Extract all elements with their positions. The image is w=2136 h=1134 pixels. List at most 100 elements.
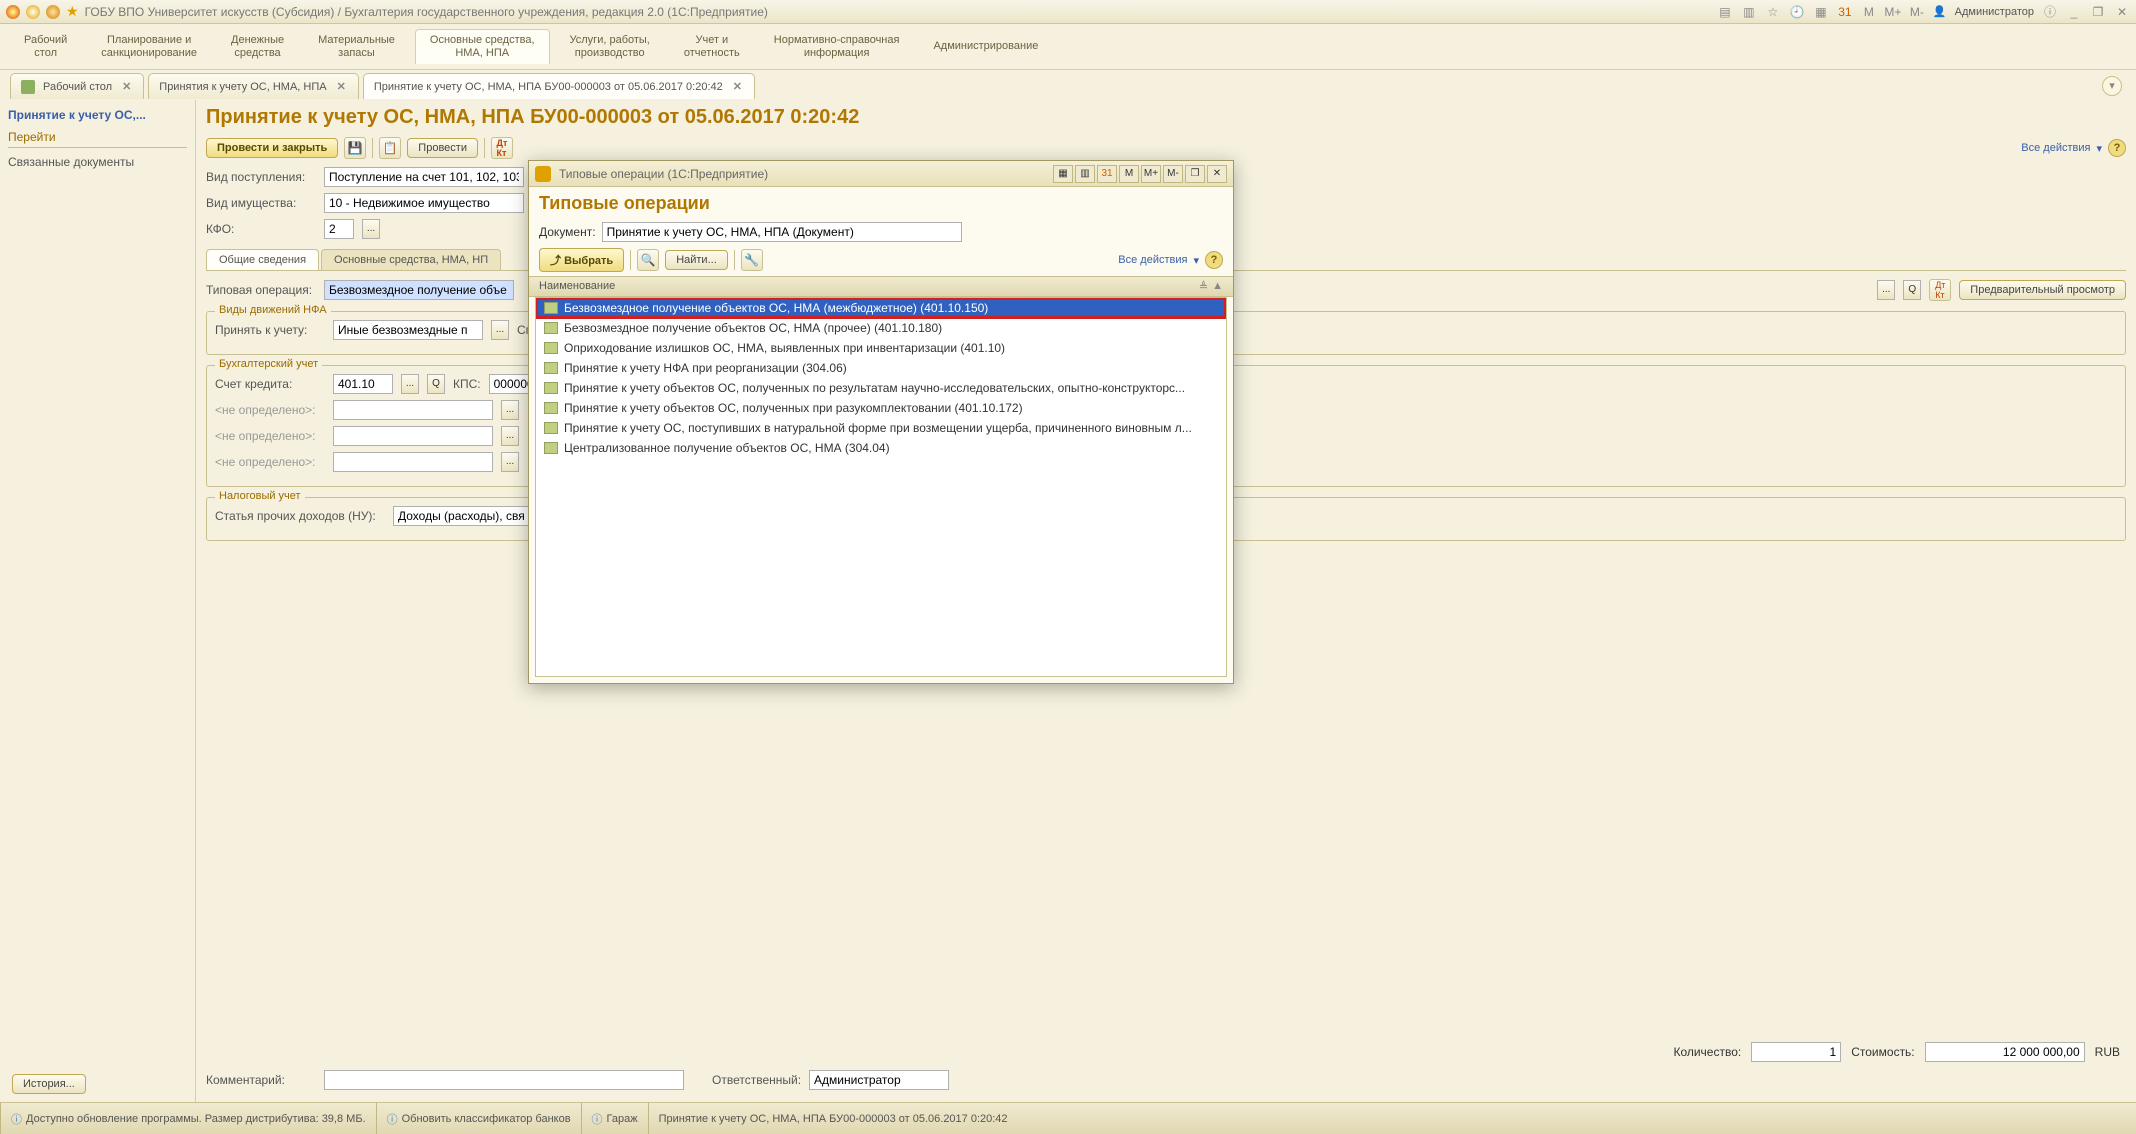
- otvet-input[interactable]: [809, 1070, 949, 1090]
- dtkt-icon-2[interactable]: ДтКт: [1929, 279, 1951, 301]
- mminus-icon[interactable]: M-: [1909, 4, 1925, 20]
- schet-input[interactable]: [333, 374, 393, 394]
- kfo-input[interactable]: [324, 219, 354, 239]
- menu-reference[interactable]: Нормативно-справочная информация: [760, 30, 914, 64]
- all-actions-link[interactable]: Все действия: [2021, 142, 2090, 154]
- menu-admin[interactable]: Администрирование: [919, 36, 1052, 57]
- wrench-icon[interactable]: 🔧: [741, 249, 763, 271]
- info-icon[interactable]: ⓘ: [2042, 4, 2058, 20]
- m-icon[interactable]: M: [1861, 4, 1877, 20]
- undef-select-2[interactable]: ...: [501, 426, 519, 446]
- tb-icon-3[interactable]: ☆: [1765, 4, 1781, 20]
- vid-imush-input[interactable]: [324, 193, 524, 213]
- modal-mplus-button[interactable]: M+: [1141, 165, 1161, 183]
- prin-input[interactable]: [333, 320, 483, 340]
- status-seg-banks[interactable]: ⓘ Обновить классификатор банков: [376, 1103, 581, 1134]
- list-row[interactable]: Централизованное получение объектов ОС, …: [536, 438, 1226, 458]
- undef-select-3[interactable]: ...: [501, 452, 519, 472]
- undef-input-3[interactable]: [333, 452, 493, 472]
- statya-input[interactable]: [393, 506, 543, 526]
- menu-cash[interactable]: Денежные средства: [217, 30, 298, 64]
- preview-button[interactable]: Предварительный просмотр: [1959, 280, 2126, 300]
- vid-post-input[interactable]: [324, 167, 524, 187]
- lookup-button-2[interactable]: Q: [1903, 280, 1921, 300]
- modal-doc-input[interactable]: [602, 222, 962, 242]
- nav-link-related[interactable]: Связанные документы: [8, 152, 187, 172]
- modal-grid-icon[interactable]: ▦: [1053, 165, 1073, 183]
- menu-accounting[interactable]: Учет и отчетность: [670, 30, 754, 64]
- history-button[interactable]: История...: [12, 1074, 86, 1094]
- favorite-icon[interactable]: ★: [66, 3, 79, 20]
- help-icon[interactable]: ?: [1205, 251, 1223, 269]
- kfo-select-button[interactable]: ...: [362, 219, 380, 239]
- post-and-close-button[interactable]: Провести и закрыть: [206, 138, 338, 158]
- undef-input-2[interactable]: [333, 426, 493, 446]
- menu-services[interactable]: Услуги, работы, производство: [556, 30, 664, 64]
- komment-input[interactable]: [324, 1070, 684, 1090]
- undef-input-1[interactable]: [333, 400, 493, 420]
- tab-desktop[interactable]: Рабочий стол ✕: [10, 73, 144, 99]
- list-row[interactable]: Безвозмездное получение объектов ОС, НМА…: [536, 318, 1226, 338]
- modal-restore-icon[interactable]: ❐: [1185, 165, 1205, 183]
- status-seg-garage[interactable]: ⓘ Гараж: [581, 1103, 648, 1134]
- status-seg-doc[interactable]: Принятие к учету ОС, НМА, НПА БУ00-00000…: [648, 1103, 1018, 1134]
- modal-calc-icon[interactable]: ▥: [1075, 165, 1095, 183]
- dtkt-icon[interactable]: ДтКт: [491, 137, 513, 159]
- window-max-icon[interactable]: [46, 5, 60, 19]
- close-icon[interactable]: ✕: [120, 80, 133, 93]
- win-close-icon[interactable]: ✕: [2114, 4, 2130, 20]
- tb-icon-2[interactable]: ▥: [1741, 4, 1757, 20]
- modal-select-button[interactable]: ⤴ Выбрать: [539, 248, 624, 272]
- list-row[interactable]: Принятие к учету НФА при реорганизации (…: [536, 358, 1226, 378]
- typ-op-input[interactable]: [324, 280, 514, 300]
- save-icon[interactable]: 💾: [344, 137, 366, 159]
- kolich-input[interactable]: [1751, 1042, 1841, 1062]
- tab-document[interactable]: Принятие к учету ОС, НМА, НПА БУ00-00000…: [363, 73, 755, 99]
- tab-acceptances[interactable]: Принятия к учету ОС, НМА, НПА ✕: [148, 73, 359, 99]
- list-row[interactable]: Безвозмездное получение объектов ОС, НМА…: [536, 298, 1226, 318]
- modal-find-button[interactable]: Найти...: [665, 250, 728, 270]
- calculator-icon[interactable]: ▦: [1813, 4, 1829, 20]
- window-close-icon[interactable]: [6, 5, 20, 19]
- undef-select-1[interactable]: ...: [501, 400, 519, 420]
- win-restore-icon[interactable]: ❐: [2090, 4, 2106, 20]
- list-row[interactable]: Оприходование излишков ОС, НМА, выявленн…: [536, 338, 1226, 358]
- post-icon[interactable]: 📋: [379, 137, 401, 159]
- lookup-button-1[interactable]: ...: [1877, 280, 1895, 300]
- modal-cal-icon[interactable]: 31: [1097, 165, 1117, 183]
- modal-all-actions-link[interactable]: Все действия: [1118, 254, 1187, 266]
- close-icon[interactable]: ✕: [731, 80, 744, 93]
- list-row[interactable]: Принятие к учету объектов ОС, полученных…: [536, 378, 1226, 398]
- menu-materials[interactable]: Материальные запасы: [304, 30, 409, 64]
- menu-fixed-assets[interactable]: Основные средства, НМА, НПА: [415, 29, 550, 64]
- schet-search-button[interactable]: Q: [427, 374, 445, 394]
- subtab-assets[interactable]: Основные средства, НМА, НП: [321, 249, 501, 270]
- tb-icon-1[interactable]: ▤: [1717, 4, 1733, 20]
- subtab-general[interactable]: Общие сведения: [206, 249, 319, 270]
- list-row[interactable]: Принятие к учету ОС, поступивших в натур…: [536, 418, 1226, 438]
- modal-close-icon[interactable]: ✕: [1207, 165, 1227, 183]
- menu-desktop[interactable]: Рабочий стол: [10, 30, 81, 64]
- tb-icon-4[interactable]: 🕘: [1789, 4, 1805, 20]
- close-icon[interactable]: ✕: [335, 80, 348, 93]
- mplus-icon[interactable]: M+: [1885, 4, 1901, 20]
- menu-planning[interactable]: Планирование и санкционирование: [87, 30, 211, 64]
- calendar-icon[interactable]: 31: [1837, 4, 1853, 20]
- legend-nfa: Виды движений НФА: [215, 304, 331, 316]
- list-row[interactable]: Принятие к учету объектов ОС, полученных…: [536, 398, 1226, 418]
- expand-tabs-button[interactable]: ▾: [2102, 76, 2122, 96]
- prin-select-button[interactable]: ...: [491, 320, 509, 340]
- stoim-input[interactable]: [1925, 1042, 2085, 1062]
- modal-m-button[interactable]: M: [1119, 165, 1139, 183]
- modal-list-header[interactable]: Наименование ≜ ▲: [529, 276, 1233, 297]
- status-seg-update[interactable]: ⓘ Доступно обновление программы. Размер …: [0, 1103, 376, 1134]
- window-min-icon[interactable]: [26, 5, 40, 19]
- help-icon[interactable]: ?: [2108, 139, 2126, 157]
- modal-mminus-button[interactable]: M-: [1163, 165, 1183, 183]
- post-button[interactable]: Провести: [407, 138, 478, 158]
- schet-select-button[interactable]: ...: [401, 374, 419, 394]
- win-min-icon[interactable]: _: [2066, 4, 2082, 20]
- sort-icon[interactable]: ≜: [1199, 280, 1208, 293]
- find-icon[interactable]: 🔍: [637, 249, 659, 271]
- scroll-up-icon[interactable]: ▲: [1212, 280, 1223, 293]
